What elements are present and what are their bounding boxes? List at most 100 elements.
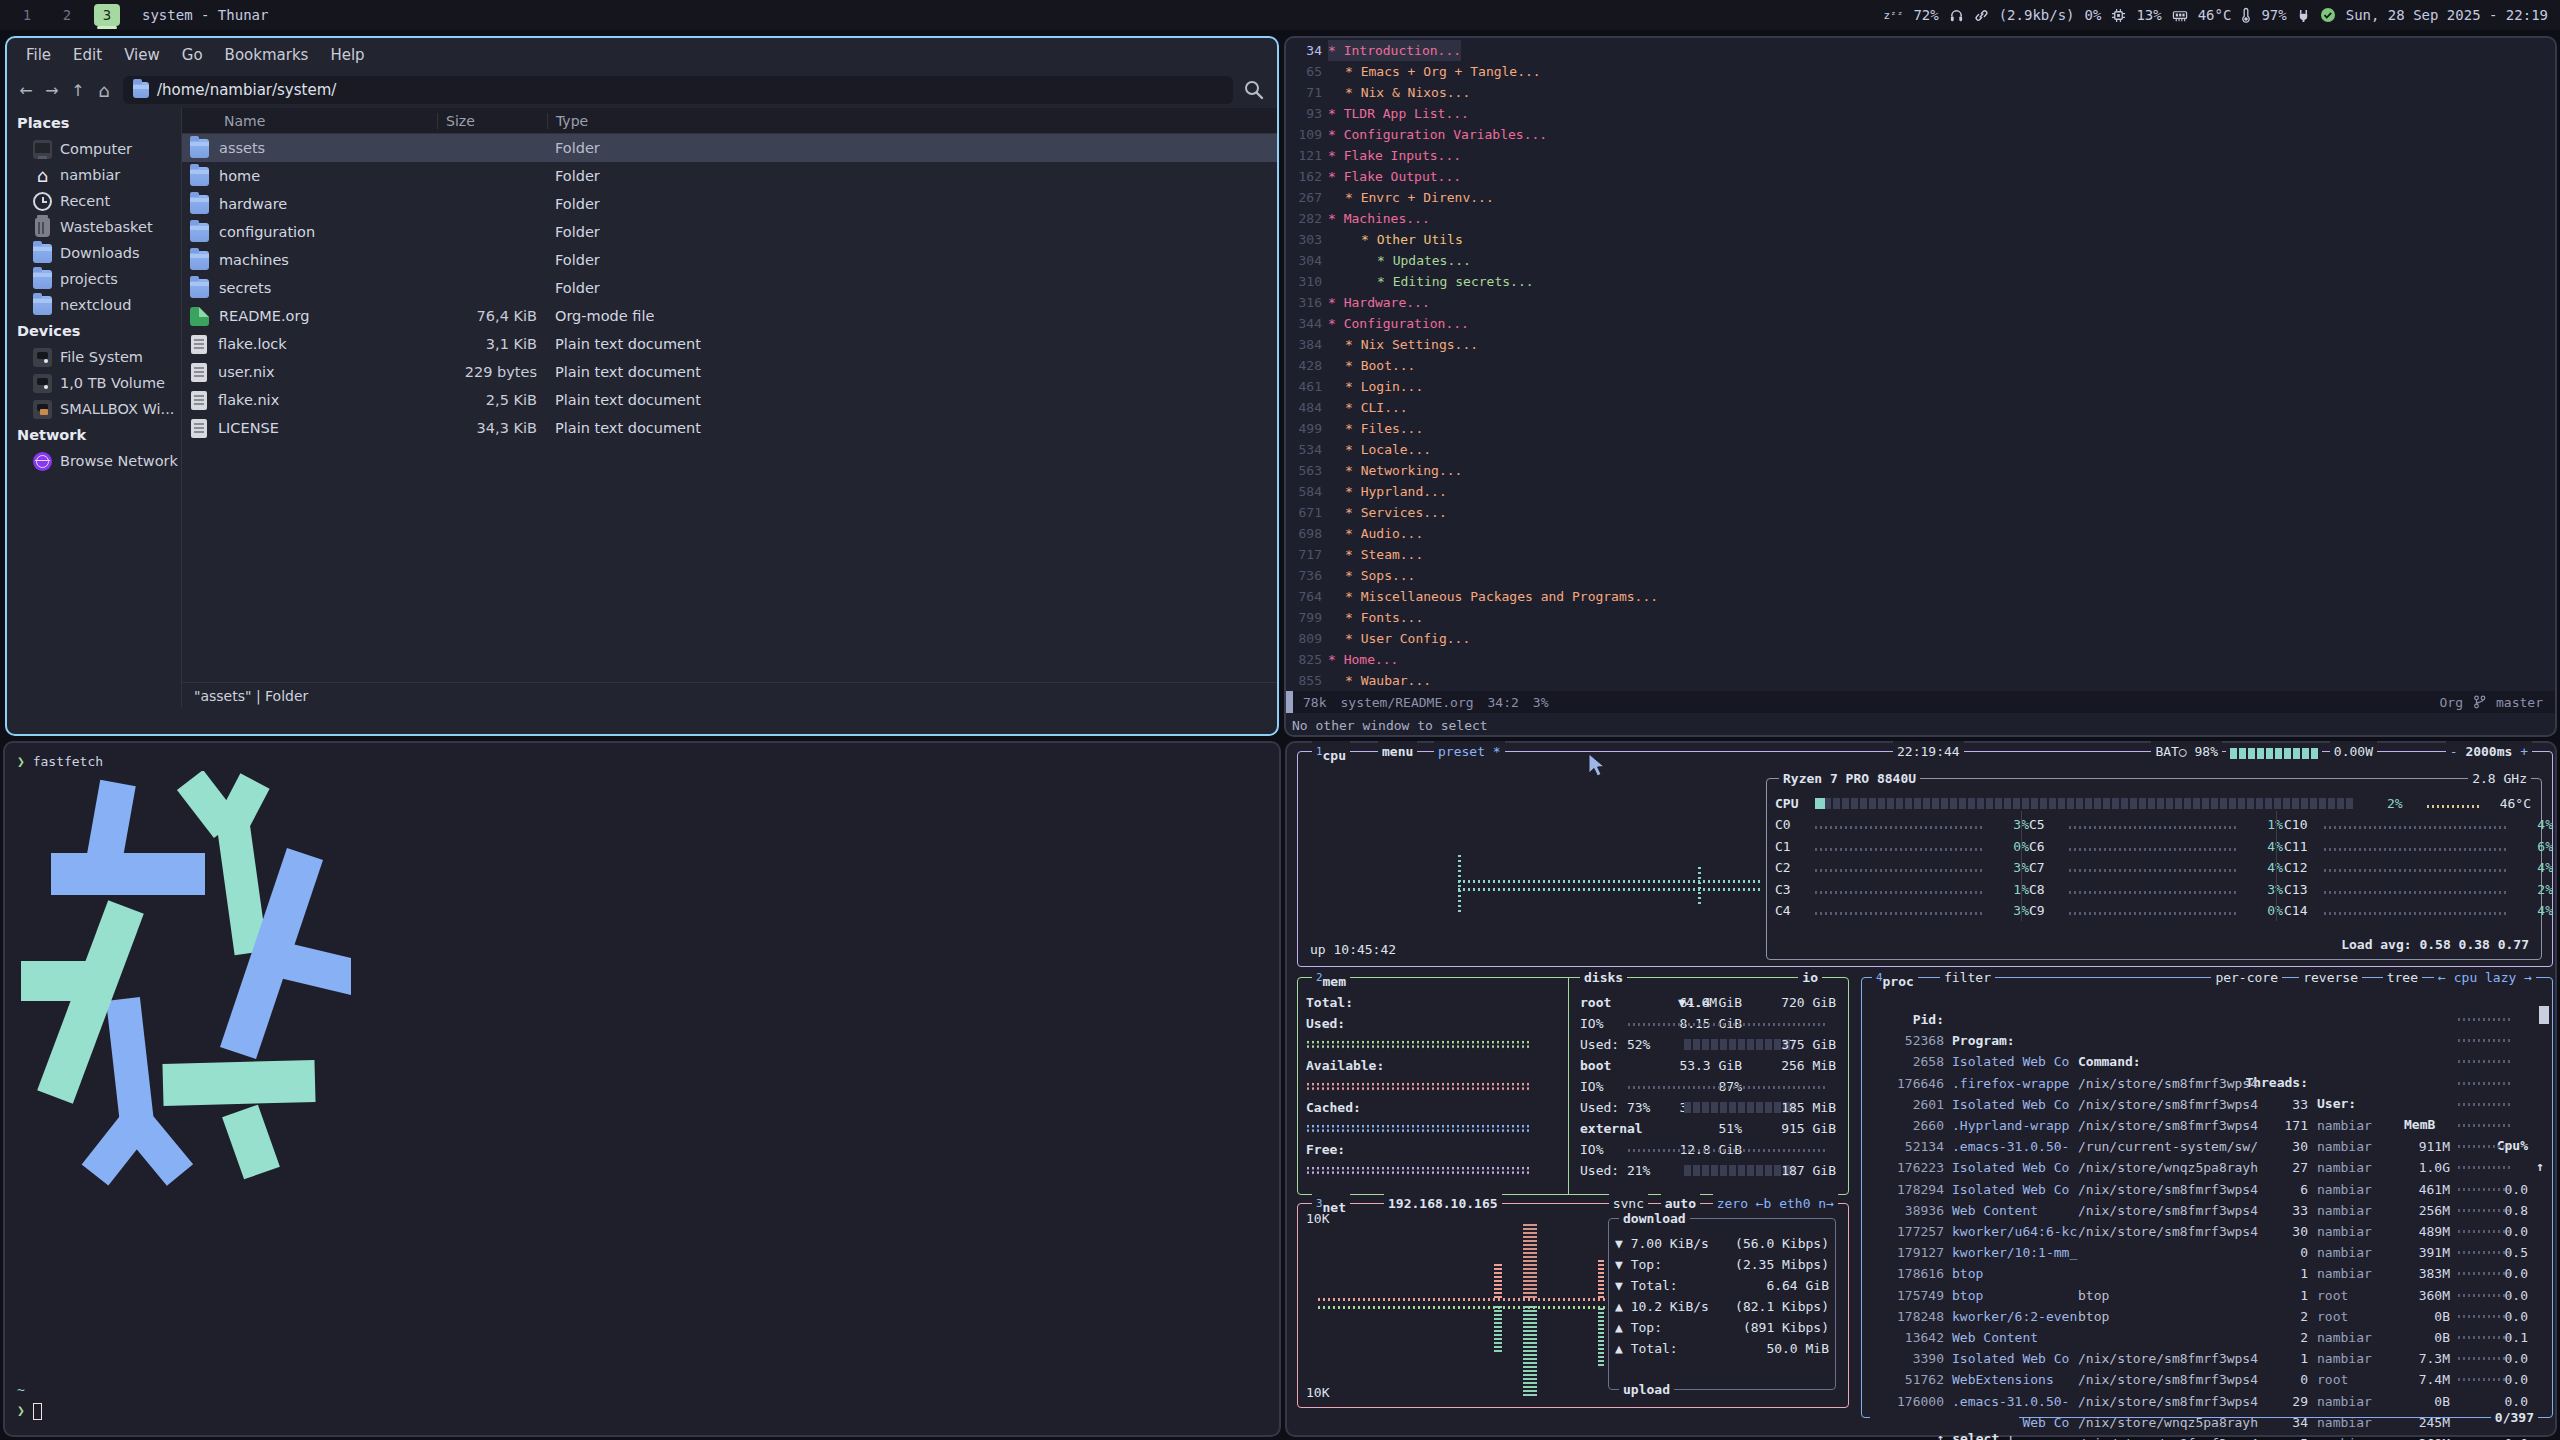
mem-box: 2mem Total: 61.4 GiB Used: 8.15 GiB 13% [1297,977,1849,1195]
file-row[interactable]: LICENSE 34,3 KiB Plain text document [182,414,1277,442]
cpu-box-title[interactable]: cpu [1323,748,1346,763]
search-button[interactable] [1241,77,1267,103]
file-row[interactable]: configuration Folder [182,218,1277,246]
process-row[interactable]: 175749 kworker/6:2-even 1 root 0B 0.0 [1862,1263,2552,1284]
path-bar[interactable]: /home/nambiar/system/ [123,76,1233,104]
process-row[interactable]: 38936 kworker/u64:6-kc 1 root 0B 0.0 [1862,1179,2552,1200]
io-title[interactable]: io [1802,970,1818,985]
menu-item[interactable]: Help [321,43,373,67]
forward-button[interactable]: → [39,77,65,103]
sidebar-item[interactable]: nextcloud [7,292,181,318]
reverse-button[interactable]: reverse [2299,967,2362,988]
interval-control[interactable]: - 2000ms + [2446,741,2532,762]
tree-button[interactable]: tree [2383,967,2422,988]
process-row[interactable]: 176646 Isolated Web Co /nix/store/sm8fmr… [1862,1051,2552,1072]
sidebar-item[interactable]: projects [7,266,181,292]
home-button[interactable]: ⌂ [91,77,117,103]
line-number: 825 [1286,649,1322,670]
process-row[interactable]: 3390 WebExtensions /nix/store/sm8fmrf3wp… [1862,1327,2552,1348]
sidebar-item[interactable]: File System [7,344,181,370]
menu-item[interactable]: Go [173,43,212,67]
back-button[interactable]: ← [13,77,39,103]
net-zero-button[interactable]: zero [1713,1193,1752,1214]
sidebar-item[interactable]: SMALLBOX Wi... [7,396,181,422]
org-line: 563 * Networking... [1286,460,2555,481]
process-row[interactable]: 2601 .Hyprland-wrapp /run/current-system… [1862,1073,2552,1094]
column-type[interactable]: Type [547,113,1277,129]
process-row[interactable]: 2660 .emacs-31.0.50- /nix/store/wnqz5pa8… [1862,1094,2552,1115]
core-row: C74% [2029,857,2283,878]
file-row[interactable]: machines Folder [182,246,1277,274]
disks-title[interactable]: disks [1584,970,1623,985]
thermometer-icon [2241,7,2251,23]
file-row[interactable]: home Folder [182,162,1277,190]
net-stat-row: ▼ 7.00 KiB/s (56.0 Kibps) [1609,1233,1835,1254]
workspace-3[interactable]: 3 [94,4,120,26]
file-row[interactable]: assets Folder [182,134,1277,162]
core-row: C43% [1775,900,2029,921]
process-row[interactable]: 178616 btop btop 2 nambiar 7.4M 0.0 [1862,1242,2552,1263]
sidebar-item[interactable]: Computer [7,136,181,162]
menu-button[interactable]: menu [1378,741,1417,762]
proc-scrollbar-thumb[interactable] [2539,1006,2549,1024]
menu-item[interactable]: Edit [64,43,111,67]
file-row[interactable]: README.org 76,4 KiB Org-mode file [182,302,1277,330]
cpu-inner-box: Ryzen 7 PRO 8840U 2.8 GHz CPU 2% 46°C C0… [1766,778,2542,960]
file-row[interactable]: user.nix 229 bytes Plain text document [182,358,1277,386]
net-stat-row: ▼ Top: (2.35 Mibps) [1609,1254,1835,1275]
org-buffer[interactable]: 34 * Introduction... 65 * Emacs + Org + … [1286,40,2555,691]
mem-box-title[interactable]: mem [1323,974,1346,989]
file-type: Folder [547,196,1277,212]
file-row[interactable]: flake.nix 2,5 KiB Plain text document [182,386,1277,414]
menu-item[interactable]: Bookmarks [216,43,318,67]
process-row[interactable]: 52134 Isolated Web Co /nix/store/sm8fmrf… [1862,1115,2552,1136]
org-line: 698 * Audio... [1286,523,2555,544]
org-line: 499 * Files... [1286,418,2555,439]
workspace-2[interactable]: 2 [54,4,80,26]
process-row[interactable]: 176000 Isolated Web Co /nix/store/sm8fmr… [1862,1369,2552,1390]
process-row[interactable]: 179127 btop btop 2 nambiar 7.3M 0.0 [1862,1221,2552,1242]
sidebar-item-icon [33,374,52,393]
sidebar-item[interactable]: Recent [7,188,181,214]
org-line: 316 * Hardware... [1286,292,2555,313]
line-number: 65 [1286,61,1322,82]
sidebar-item[interactable]: 1,0 TB Volume [7,370,181,396]
file-name: user.nix [218,364,275,380]
process-row[interactable]: 176223 Isolated Web Co /nix/store/sm8fmr… [1862,1136,2552,1157]
sidebar-item[interactable]: Downloads [7,240,181,266]
idle-indicator: zᶻᶻ [1884,9,1904,22]
org-line: 809 * User Config... [1286,628,2555,649]
org-heading: * Locale... [1328,439,1431,460]
sidebar-item[interactable]: Browse Network [7,448,181,474]
workspace-1[interactable]: 1 [14,4,40,26]
sidebar-item[interactable]: ⌂ nambiar [7,162,181,188]
file-row[interactable]: hardware Folder [182,190,1277,218]
org-heading: * Other Utils [1328,229,1463,250]
menu-item[interactable]: View [115,43,169,67]
sidebar-section-header: Places [7,110,181,136]
process-row[interactable]: 177257 kworker/10:1-mm_ 1 root 0B 0.0 [1862,1200,2552,1221]
process-row[interactable]: 51762 .emacs-31.0.50- /nix/store/wnqz5pa… [1862,1348,2552,1369]
column-size[interactable]: Size [437,113,547,129]
sidebar-item[interactable]: Wastebasket [7,214,181,240]
preset-button[interactable]: preset * [1434,741,1505,762]
process-row[interactable]: 2658 .firefox-wrappe /nix/store/sm8fmrf3… [1862,1030,2552,1051]
toolbar: ← → ↑ ⌂ /home/nambiar/system/ [7,72,1277,108]
filter-button[interactable]: filter [1940,967,1995,988]
org-heading: * Introduction... [1328,40,1461,61]
file-size: 229 bytes [437,364,547,380]
menu-item[interactable]: File [17,43,60,67]
process-row[interactable]: 52368 Isolated Web Co /nix/store/sm8fmrf… [1862,1009,2552,1030]
file-row[interactable]: secrets Folder [182,274,1277,302]
cursor-position: 34:2 [1488,695,1519,710]
process-row[interactable]: 13642 Isolated Web Co /nix/store/sm8fmrf… [1862,1306,2552,1327]
process-row[interactable]: 178248 Web Content /nix/store/sm8fmrf3wp… [1862,1285,2552,1306]
proc-nav[interactable]: ← cpu lazy → [2434,967,2536,988]
up-button[interactable]: ↑ [65,77,91,103]
process-row[interactable]: 178294 Web Content /nix/store/sm8fmrf3wp… [1862,1157,2552,1178]
column-name[interactable]: Name [182,113,437,129]
file-row[interactable]: flake.lock 3,1 KiB Plain text document [182,330,1277,358]
line-number: 344 [1286,313,1322,334]
per-core-button[interactable]: per-core [2211,967,2282,988]
net-iface[interactable]: ←b eth0 n→ [1752,1193,1838,1214]
